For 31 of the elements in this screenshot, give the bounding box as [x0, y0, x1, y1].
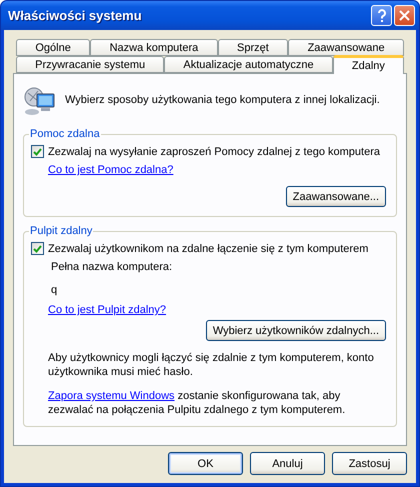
password-note: Aby użytkownicy mogli łączyć się zdalnie z tym komputerem, konto użytkownika musi mieć hasło.	[48, 351, 375, 379]
tab[interactable]: Nazwa komputera	[90, 39, 218, 56]
group-title: Pomoc zdalna	[29, 128, 101, 140]
tab[interactable]: Ogólne	[16, 39, 90, 56]
tab[interactable]: Sprzęt	[218, 39, 288, 56]
tab[interactable]: Aktualizacje automatyczne	[164, 56, 333, 73]
computer-name-label: Pełna nazwa komputera:	[51, 261, 172, 273]
tab[interactable]: Zdalny	[332, 55, 404, 74]
dialog-button[interactable]: Zastosuj	[332, 452, 407, 475]
help-button[interactable]	[371, 5, 392, 26]
intro-text: Wybierz sposoby użytkowania tego komputera z innej lokalizacji.	[65, 94, 380, 106]
firewall-link[interactable]: Zapora systemu Windows	[48, 390, 175, 402]
firewall-note: Zapora systemu Windows zostanie skonfigurowana tak, aby zezwalać na połączenia Pulpitu zdalnego z tym komputerem.	[48, 389, 346, 417]
checkbox-label: Zezwalaj na wysyłanie zaproszeń Pomocy zdalnej z tego komputera	[48, 146, 380, 158]
help-link[interactable]: Co to jest Pulpit zdalny?	[48, 304, 166, 316]
advanced-button[interactable]: Zaawansowane...	[286, 186, 386, 207]
group-title: Pulpit zdalny	[29, 225, 94, 237]
select-users-button[interactable]: Wybierz użytkowników zdalnych...	[206, 320, 386, 341]
help-link[interactable]: Co to jest Pomoc zdalna?	[48, 164, 174, 176]
tab[interactable]: Przywracanie systemu	[16, 56, 164, 73]
dialog-button[interactable]: Anuluj	[250, 452, 325, 475]
checkbox[interactable]	[31, 145, 44, 158]
close-button[interactable]	[394, 5, 415, 26]
checkbox-label: Zezwalaj użytkownikom na zdalne łączenie się z tym komputerem	[48, 242, 368, 254]
close-icon	[399, 10, 410, 21]
computer-name: q	[51, 284, 58, 296]
help-icon	[376, 8, 386, 22]
dialog-button[interactable]: OK	[168, 452, 243, 475]
tab[interactable]: Zaawansowane	[288, 39, 404, 56]
window-title: Właściwości systemu	[8, 8, 143, 23]
checkbox[interactable]	[31, 242, 44, 255]
